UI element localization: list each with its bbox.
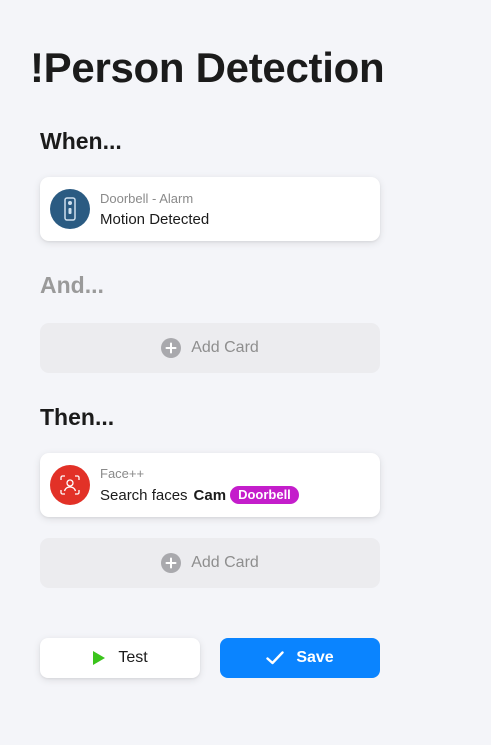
test-button[interactable]: Test — [40, 638, 200, 678]
add-action-card-button[interactable]: Add Card — [40, 538, 380, 588]
face-scan-icon — [50, 465, 90, 505]
play-icon — [92, 650, 106, 666]
test-label: Test — [118, 649, 148, 666]
page-title: !Person Detection — [30, 44, 385, 91]
when-heading: When... — [40, 128, 122, 154]
add-condition-label: Add Card — [191, 339, 259, 356]
add-action-label: Add Card — [191, 554, 259, 571]
add-condition-card-button[interactable]: Add Card — [40, 323, 380, 373]
trigger-card[interactable]: Doorbell - Alarm Motion Detected — [40, 177, 380, 241]
trigger-source: Doorbell - Alarm — [100, 190, 194, 206]
flow-editor: !Person Detection When... Doorbell - Ala… — [0, 0, 491, 745]
plus-icon — [161, 338, 182, 358]
param-label: Cam — [193, 486, 227, 504]
plus-icon — [161, 553, 182, 573]
action-name: Search faces — [100, 486, 188, 504]
save-label: Save — [296, 649, 334, 666]
and-heading: And... — [40, 272, 104, 298]
action-source: Face++ — [100, 466, 145, 481]
trigger-event: Motion Detected — [100, 210, 210, 228]
save-button[interactable]: Save — [220, 638, 380, 678]
camera-badge[interactable]: Doorbell — [230, 486, 299, 504]
checkmark-icon — [266, 651, 285, 665]
action-card[interactable]: Face++ Search faces Cam Doorbell — [40, 453, 380, 517]
then-heading: Then... — [40, 404, 115, 430]
doorbell-icon — [50, 189, 90, 229]
